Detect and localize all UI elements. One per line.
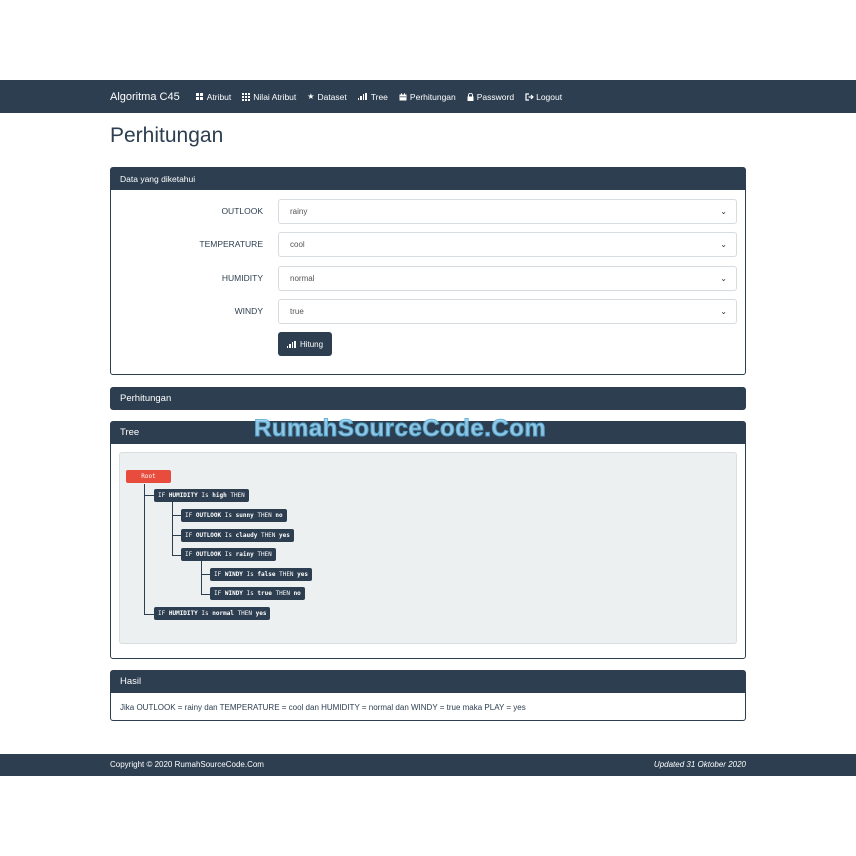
windy-label: WINDY (234, 306, 263, 316)
calendar-icon (399, 92, 407, 100)
footer-copyright: Copyright © 2020 RumahSourceCode.Com (110, 760, 264, 769)
footer-updated: Updated 31 Oktober 2020 (653, 760, 746, 769)
tree-node-outlook-claudy: IF OUTLOOK Is claudy THEN yes (181, 529, 294, 542)
nav-item-nilai-atribut[interactable]: Nilai Atribut (242, 92, 296, 102)
tree-node-humidity-high: IF HUMIDITY Is high THEN (154, 489, 249, 502)
tree-connector (201, 594, 210, 595)
form-row-temperature: TEMPERATURE cool ⌄ (111, 232, 747, 257)
perhitungan-card: Perhitungan (110, 387, 746, 410)
logout-icon (525, 92, 534, 101)
tree-node-outlook-sunny: IF OUTLOOK Is sunny THEN no (181, 509, 287, 522)
hitung-button-label: Hitung (299, 339, 324, 349)
tree-node-humidity-normal: IF HUMIDITY Is normal THEN yes (154, 607, 271, 620)
humidity-label: HUMIDITY (221, 273, 263, 283)
humidity-select[interactable]: normal ⌄ (278, 266, 737, 291)
nav-item-password[interactable]: Password (467, 92, 514, 102)
hasil-result-text: Jika OUTLOOK = rainy dan TEMPERATURE = c… (120, 703, 526, 712)
chevron-down-icon: ⌄ (720, 274, 727, 283)
form-row-windy: WINDY true ⌄ (111, 299, 747, 324)
chevron-down-icon: ⌄ (720, 240, 727, 249)
nav-item-label: Perhitungan (409, 91, 456, 102)
temperature-select[interactable]: cool ⌄ (278, 232, 737, 257)
tree-diagram: Root IF HUMIDITY Is high THEN IF OUTLOOK… (119, 452, 737, 644)
outlook-label: OUTLOOK (221, 206, 263, 216)
nav-item-dataset[interactable]: ★ Dataset (307, 92, 346, 102)
humidity-value: normal (290, 274, 315, 283)
signal-bars-icon (286, 340, 297, 348)
tree-connector (144, 614, 154, 615)
outlook-value: rainy (290, 207, 308, 216)
tree-connector (172, 515, 181, 516)
form-card-header: Data yang diketahui (111, 168, 745, 190)
tree-connector (172, 535, 181, 536)
chevron-down-icon: ⌄ (720, 207, 727, 216)
windy-select[interactable]: true ⌄ (278, 299, 737, 324)
tree-node-windy-true: IF WINDY Is true THEN no (210, 587, 305, 600)
nav-item-perhitungan[interactable]: Perhitungan (399, 92, 456, 102)
page-title: Perhitungan (110, 124, 224, 147)
nav-item-atribut[interactable]: Atribut (195, 91, 232, 102)
tree-card: Tree Root IF HUMIDITY Is high THEN IF OU… (110, 421, 746, 659)
signal-bars-icon (357, 93, 368, 100)
nav-item-logout[interactable]: Logout (525, 92, 562, 102)
tree-connector (201, 561, 202, 595)
tree-connector (172, 555, 181, 556)
watermark-logo: RumahSourceCode.Com (253, 415, 547, 443)
chevron-down-icon: ⌄ (720, 307, 727, 316)
nav-item-label: Tree (370, 91, 388, 102)
nav-item-label: Nilai Atribut (253, 91, 297, 102)
hasil-card: Hasil Jika OUTLOOK = rainy dan TEMPERATU… (110, 670, 746, 721)
hitung-button[interactable]: Hitung (278, 332, 332, 356)
tree-connector (144, 495, 154, 496)
brand-link[interactable]: Algoritma C45 (110, 91, 180, 103)
nav-item-label: Dataset (317, 91, 347, 102)
outlook-select[interactable]: rainy ⌄ (278, 199, 737, 224)
lock-icon (467, 92, 474, 101)
form-row-humidity: HUMIDITY normal ⌄ (111, 266, 747, 291)
temperature-value: cool (290, 240, 305, 249)
windy-value: true (290, 307, 304, 316)
tree-connector (201, 574, 210, 575)
form-row-outlook: OUTLOOK rainy ⌄ (111, 199, 747, 224)
nav-item-tree[interactable]: Tree (357, 91, 388, 102)
form-card: Data yang diketahui OUTLOOK rainy ⌄ TEMP… (110, 167, 746, 375)
star-icon: ★ (307, 92, 315, 101)
hasil-card-header: Hasil (111, 671, 745, 693)
tree-node-outlook-rainy: IF OUTLOOK Is rainy THEN (181, 548, 276, 561)
grid-nine-icon (242, 93, 251, 101)
tree-node-windy-false: IF WINDY Is false THEN yes (210, 568, 313, 581)
grid-four-icon (195, 93, 204, 100)
nav-item-label: Logout (536, 91, 563, 102)
tree-root-node: Root (126, 470, 171, 483)
temperature-label: TEMPERATURE (199, 239, 263, 249)
nav-item-label: Atribut (206, 91, 232, 102)
top-navbar: Algoritma C45 Atribut Nilai Atribut ★ Da… (0, 80, 856, 113)
tree-connector (172, 502, 173, 556)
tree-connector (144, 484, 145, 615)
perhitungan-card-header: Perhitungan (111, 388, 745, 409)
nav-item-label: Password (476, 91, 515, 102)
footer: Copyright © 2020 RumahSourceCode.Com Upd… (0, 754, 856, 776)
